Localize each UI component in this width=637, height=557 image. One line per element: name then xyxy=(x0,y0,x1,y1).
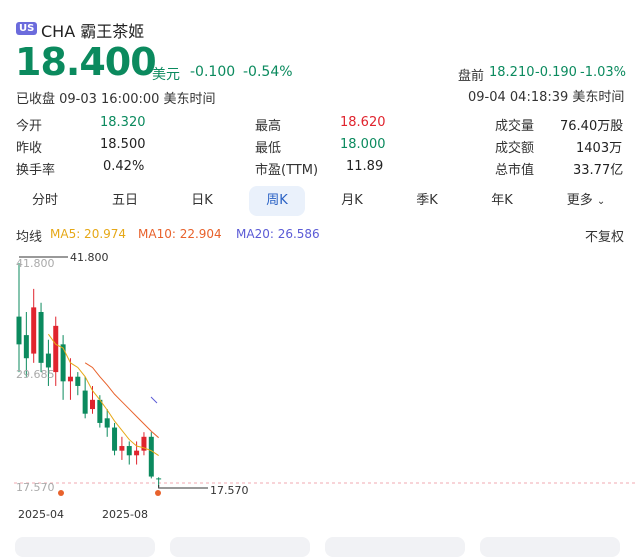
current-price: 18.400 xyxy=(15,40,157,84)
prev-close-label: 昨收 xyxy=(16,141,43,156)
candle-body xyxy=(82,390,88,414)
turnover-rate-value: 0.42% xyxy=(103,159,145,174)
candle-body xyxy=(126,446,132,456)
price-change: -0.100 xyxy=(190,64,236,80)
price-change-pct: -0.54% xyxy=(243,64,293,80)
y-axis-label-top: 41.800 xyxy=(16,257,55,270)
tab-five-day[interactable]: 五日 xyxy=(97,186,153,216)
market-badge: US xyxy=(16,22,38,35)
premarket-label: 盘前 xyxy=(458,69,485,84)
candle-body xyxy=(31,307,37,354)
amount-value: 1403万 xyxy=(576,141,623,156)
volume-label: 成交量 xyxy=(495,119,535,134)
ma10-value: MA10: 22.904 xyxy=(138,227,222,241)
bottom-card-4[interactable] xyxy=(480,537,620,557)
candle-body xyxy=(67,376,73,382)
x-axis-label-start: 2025-04 xyxy=(18,508,64,521)
candle-body xyxy=(156,478,162,480)
y-axis-label-bottom: 17.570 xyxy=(16,481,55,494)
candle-body xyxy=(112,427,118,451)
mktcap-value: 33.77亿 xyxy=(573,163,624,178)
premarket-price: 18.210 xyxy=(489,65,535,80)
x-axis-label-end: 2025-08 xyxy=(102,508,148,521)
premarket-time: 09-04 04:18:39 美东时间 xyxy=(468,90,625,105)
candle-body xyxy=(97,399,103,423)
currency-label: 美元 xyxy=(152,67,180,83)
amount-label: 成交额 xyxy=(495,141,535,156)
tab-weekly-k[interactable]: 周K xyxy=(249,186,305,216)
tab-intraday[interactable]: 分时 xyxy=(17,186,73,216)
tab-daily-k[interactable]: 日K xyxy=(174,186,230,216)
candle-body xyxy=(38,311,44,363)
volume-value: 76.40万股 xyxy=(560,119,624,134)
premarket-pct: -1.03% xyxy=(580,65,626,80)
close-status: 已收盘 09-03 16:00:00 美东时间 xyxy=(16,92,216,107)
tab-yearly-k[interactable]: 年K xyxy=(474,186,530,216)
prev-close-value: 18.500 xyxy=(100,137,146,152)
tab-more-label: 更多 xyxy=(566,193,593,208)
event-marker xyxy=(155,490,161,496)
min-price-marker: 17.570 xyxy=(210,484,249,497)
pe-label: 市盈(TTM) xyxy=(255,163,319,178)
ma-label[interactable]: 均线 xyxy=(16,226,42,245)
bottom-card-1[interactable] xyxy=(15,537,155,557)
premarket-change: -0.190 xyxy=(535,65,577,80)
bottom-card-2[interactable] xyxy=(170,537,310,557)
candlestick-chart[interactable]: 41.800 29.685 17.570 41.800 17.570 2025-… xyxy=(0,245,637,530)
adjust-toggle[interactable]: 不复权 xyxy=(585,226,624,245)
ma20-fragment xyxy=(150,396,158,404)
ma20-value: MA20: 26.586 xyxy=(236,227,320,241)
candle-body xyxy=(75,376,81,386)
open-value: 18.320 xyxy=(100,115,146,130)
candle-body xyxy=(104,418,110,428)
low-value: 18.000 xyxy=(340,137,386,152)
stock-title: CHA 霸王茶姬 xyxy=(41,22,145,41)
max-price-marker: 41.800 xyxy=(70,251,109,264)
bottom-card-3[interactable] xyxy=(325,537,465,557)
candle-body xyxy=(148,436,154,477)
candle-body xyxy=(16,316,22,345)
candle-body xyxy=(23,335,29,359)
tab-quarterly-k[interactable]: 季K xyxy=(399,186,455,216)
tab-more[interactable]: 更多 ⌄ xyxy=(556,186,616,216)
candle-body xyxy=(134,450,140,456)
mktcap-label: 总市值 xyxy=(495,163,535,178)
chevron-down-icon: ⌄ xyxy=(596,196,606,207)
pe-value: 11.89 xyxy=(346,159,384,174)
ma5-value: MA5: 20.974 xyxy=(50,227,127,241)
candle-body xyxy=(45,353,51,368)
y-axis-label-mid: 29.685 xyxy=(16,368,55,381)
tab-monthly-k[interactable]: 月K xyxy=(324,186,380,216)
open-label: 今开 xyxy=(16,119,43,134)
ma10-line xyxy=(84,362,159,439)
min-leader-line xyxy=(158,485,208,489)
candle-body xyxy=(60,344,66,382)
high-value: 18.620 xyxy=(340,115,386,130)
low-label: 最低 xyxy=(255,141,282,156)
event-marker xyxy=(58,490,64,496)
candle-body xyxy=(90,399,95,410)
candle-body xyxy=(119,446,125,451)
period-tabs: 分时 五日 日K 周K 月K 季K 年K 更多 ⌄ xyxy=(0,186,637,218)
turnover-rate-label: 换手率 xyxy=(16,163,56,178)
candle-body xyxy=(53,325,59,373)
high-label: 最高 xyxy=(255,119,282,134)
